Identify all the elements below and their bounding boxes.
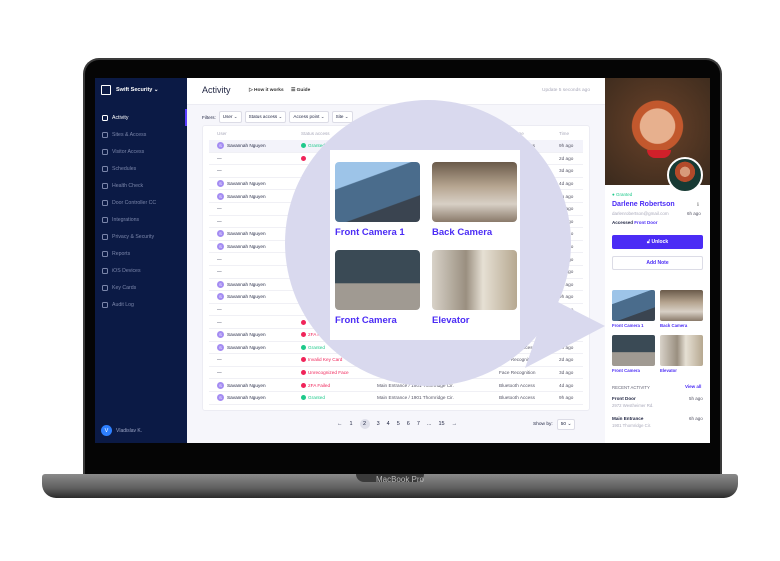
camera-preview[interactable] <box>335 162 420 222</box>
device-label: MacBook Pro <box>375 475 425 484</box>
camera-preview[interactable] <box>432 162 517 222</box>
camera-preview[interactable] <box>335 250 420 310</box>
camera-preview-label[interactable]: Back Camera <box>432 227 492 238</box>
camera-preview[interactable] <box>432 250 517 310</box>
camera-preview-label[interactable]: Elevator <box>432 315 470 326</box>
screen: Swift Security ⌄ V Vladislav K. Activity S… <box>95 78 710 443</box>
camera-grid-card: Front Camera 1 Back Camera Front Camera Ele… <box>330 150 520 340</box>
camera-preview-label[interactable]: Front Camera 1 <box>335 227 405 238</box>
camera-preview-label[interactable]: Front Camera <box>335 315 397 326</box>
